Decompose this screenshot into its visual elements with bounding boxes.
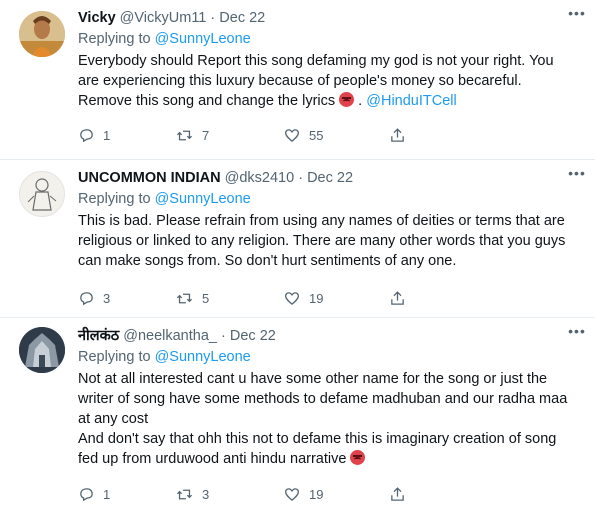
like-count: 55 [309, 128, 324, 143]
tweet[interactable]: UNCOMMON INDIAN @dks2410 · Dec 22 Replyi… [0, 160, 595, 318]
body-line: Everybody should Report this song defami… [78, 53, 554, 69]
action-bar: 1 3 19 [78, 486, 406, 503]
replying-to: Replying to @SunnyLeone [78, 348, 583, 367]
body-line: fed up from urduwood anti hindu narrativ… [78, 449, 583, 469]
user-handle[interactable]: @dks2410 [225, 170, 295, 186]
avatar[interactable] [19, 171, 65, 217]
more-icon[interactable]: ••• [567, 6, 587, 22]
reply-button[interactable]: 1 [78, 127, 175, 144]
replying-prefix: Replying to [78, 349, 155, 365]
reply-mention-link[interactable]: @SunnyLeone [155, 349, 251, 365]
body-line-text: Remove this song and change the lyrics [78, 93, 340, 109]
reply-icon [80, 488, 93, 502]
like-button[interactable]: 19 [283, 290, 389, 307]
body-line-text: fed up from urduwood anti hindu narrativ… [78, 451, 351, 467]
action-bar: 1 7 55 [78, 127, 406, 144]
more-icon[interactable]: ••• [567, 324, 587, 340]
tweet-date[interactable]: Dec 22 [307, 170, 353, 186]
body-line: at any cost [78, 411, 149, 427]
tweet-body: This is bad. Please refrain from using a… [78, 211, 583, 271]
share-button[interactable] [389, 290, 406, 307]
body-line: Not at all interested cant u have some o… [78, 371, 548, 387]
tweet-date[interactable]: Dec 22 [230, 328, 276, 344]
reply-count: 3 [103, 291, 111, 306]
retweet-button[interactable]: 5 [175, 290, 283, 307]
share-icon [391, 291, 404, 305]
separator: · [221, 328, 226, 344]
reply-button[interactable]: 3 [78, 290, 175, 307]
angry-face-emoji [339, 92, 355, 107]
mention-link[interactable]: @HinduITCell [366, 93, 456, 109]
reply-icon [80, 129, 93, 143]
body-line: Remove this song and change the lyrics .… [78, 92, 457, 109]
separator: · [210, 10, 216, 26]
body-line: writer of song have some methods to defa… [78, 391, 568, 407]
retweet-icon [176, 293, 193, 304]
retweet-icon [176, 489, 193, 500]
tweet[interactable]: नीलकंठ @neelkantha_ · Dec 22 Replying to… [0, 318, 595, 521]
body-line: And don't say that ohh this not to defam… [78, 431, 557, 447]
like-icon [284, 488, 300, 501]
user-handle[interactable]: @neelkantha_ [123, 328, 217, 344]
share-icon [391, 128, 404, 142]
reply-mention-link[interactable]: @SunnyLeone [155, 31, 251, 47]
reply-count: 1 [103, 128, 111, 143]
user-handle[interactable]: @VickyUm11 [120, 10, 207, 26]
replying-to: Replying to @SunnyLeone [78, 30, 583, 49]
replying-to: Replying to @SunnyLeone [78, 190, 583, 209]
tweet-date[interactable]: Dec 22 [219, 10, 265, 26]
user-name[interactable]: नीलकंठ [78, 328, 119, 344]
tweet-body: Everybody should Report this song defami… [78, 51, 583, 111]
avatar[interactable] [19, 11, 65, 57]
body-line: can make songs from. So don't hurt senti… [78, 253, 457, 269]
share-button[interactable] [389, 127, 406, 144]
avatar[interactable] [19, 327, 65, 373]
like-icon [284, 129, 300, 142]
reply-icon [80, 292, 93, 306]
like-button[interactable]: 55 [283, 127, 389, 144]
replying-prefix: Replying to [78, 31, 155, 47]
body-line: This is bad. Please refrain from using a… [78, 213, 565, 229]
like-icon [284, 292, 300, 305]
more-icon[interactable]: ••• [567, 166, 587, 182]
user-name[interactable]: Vicky [78, 10, 116, 26]
reply-button[interactable]: 1 [78, 486, 175, 503]
like-count: 19 [309, 291, 324, 306]
reply-count: 1 [103, 487, 111, 502]
action-bar: 3 5 19 [78, 290, 406, 307]
retweet-button[interactable]: 3 [175, 486, 283, 503]
user-name[interactable]: UNCOMMON INDIAN [78, 170, 221, 186]
retweet-icon [176, 130, 193, 141]
body-line: are experiencing this luxury because of … [78, 73, 522, 89]
replying-prefix: Replying to [78, 191, 155, 207]
share-button[interactable] [389, 486, 406, 503]
reply-mention-link[interactable]: @SunnyLeone [155, 191, 251, 207]
like-count: 19 [309, 487, 324, 502]
tweet-body: Not at all interested cant u have some o… [78, 369, 583, 469]
retweet-count: 5 [202, 291, 210, 306]
retweet-button[interactable]: 7 [175, 127, 283, 144]
retweet-count: 7 [202, 128, 210, 143]
body-line: religious or linked to any religion. The… [78, 233, 566, 249]
like-button[interactable]: 19 [283, 486, 389, 503]
separator: · [298, 170, 304, 186]
tweet[interactable]: Vicky @VickyUm11 · Dec 22 Replying to @S… [0, 0, 595, 160]
angry-face-emoji [350, 450, 366, 465]
retweet-count: 3 [202, 487, 210, 502]
share-icon [391, 487, 404, 501]
